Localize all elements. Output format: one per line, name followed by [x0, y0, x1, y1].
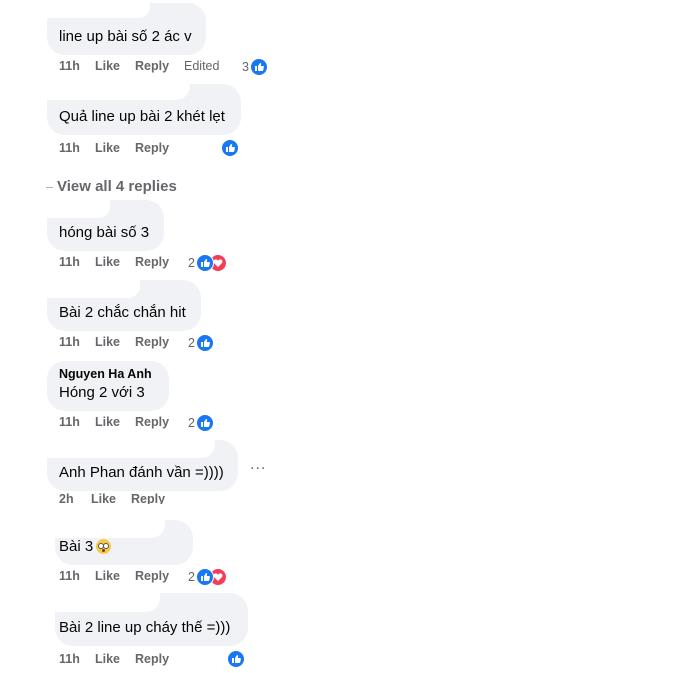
reply-button[interactable]: Reply: [135, 141, 169, 155]
reaction-count: 2: [188, 336, 195, 350]
more-options-button[interactable]: ...: [250, 456, 266, 474]
like-reaction-icon: [227, 650, 245, 668]
reply-button[interactable]: Reply: [135, 652, 169, 666]
comment-author[interactable]: Nguyen Ha Anh: [59, 367, 152, 381]
comment-time[interactable]: 11h: [59, 652, 80, 666]
reaction-summary[interactable]: 2: [188, 254, 227, 272]
like-button[interactable]: Like: [95, 335, 120, 349]
like-reaction-icon: [195, 254, 214, 272]
redaction: [40, 276, 140, 298]
reaction-count: 2: [188, 256, 195, 270]
like-reaction-icon: [195, 334, 214, 352]
view-replies-link[interactable]: View all 4 replies: [46, 178, 177, 195]
reply-button[interactable]: Reply: [135, 415, 169, 429]
reaction-summary[interactable]: 2: [188, 568, 227, 586]
comment-text: hóng bài số 3: [59, 224, 150, 241]
like-reaction-icon: [195, 414, 214, 432]
redaction: [40, 78, 190, 100]
reaction-summary[interactable]: [227, 650, 245, 668]
like-button[interactable]: Like: [95, 255, 120, 269]
redaction: [50, 514, 165, 538]
comment-text: Hóng 2 với 3: [59, 384, 145, 401]
comment-text: Bài 2 chắc chắn hit: [59, 304, 186, 321]
like-button[interactable]: Like: [95, 652, 120, 666]
replies-dash: [46, 186, 53, 188]
like-reaction-icon: [249, 58, 268, 76]
reply-button[interactable]: Reply: [135, 335, 169, 349]
like-button[interactable]: Like: [95, 59, 120, 73]
comment-time[interactable]: 11h: [59, 59, 80, 73]
comment-time[interactable]: 11h: [59, 255, 80, 269]
reaction-summary[interactable]: 2: [188, 414, 214, 432]
redaction: [50, 588, 160, 612]
comment-text: Bài 3: [59, 538, 112, 555]
like-reaction-icon: [195, 568, 214, 586]
comment-text: Anh Phan đánh vần =)))): [59, 464, 224, 481]
comment-text: Quả line up bài 2 khét lẹt: [59, 108, 225, 125]
flushed-face-emoji-icon: [96, 539, 112, 554]
comment-time[interactable]: 11h: [59, 569, 80, 583]
like-button[interactable]: Like: [95, 415, 120, 429]
view-replies-label: View all 4 replies: [57, 178, 177, 195]
comment-text-label: Bài 3: [59, 538, 94, 555]
like-reaction-icon: [221, 139, 239, 157]
reaction-summary[interactable]: 2: [188, 334, 214, 352]
redaction: [30, 0, 150, 18]
like-button[interactable]: Like: [95, 569, 120, 583]
comment-time[interactable]: 11h: [59, 335, 80, 349]
reaction-count: 2: [188, 416, 195, 430]
reply-button[interactable]: Reply: [135, 59, 169, 73]
comment-text: line up bài số 2 ác v: [59, 28, 192, 45]
redaction: [40, 436, 215, 458]
comment-time[interactable]: 11h: [59, 141, 80, 155]
comment-time[interactable]: 11h: [59, 415, 80, 429]
like-button[interactable]: Like: [95, 141, 120, 155]
edited-label[interactable]: Edited: [184, 59, 219, 73]
reaction-count: 2: [188, 570, 195, 584]
redaction: [40, 196, 110, 218]
comment-text: Bài 2 line up cháy thế =))): [59, 619, 231, 636]
reply-button[interactable]: Reply: [135, 255, 169, 269]
reaction-count: 3: [242, 60, 249, 74]
reaction-summary[interactable]: 3: [242, 58, 268, 76]
reaction-summary[interactable]: [221, 139, 239, 157]
reply-button[interactable]: Reply: [135, 569, 169, 583]
